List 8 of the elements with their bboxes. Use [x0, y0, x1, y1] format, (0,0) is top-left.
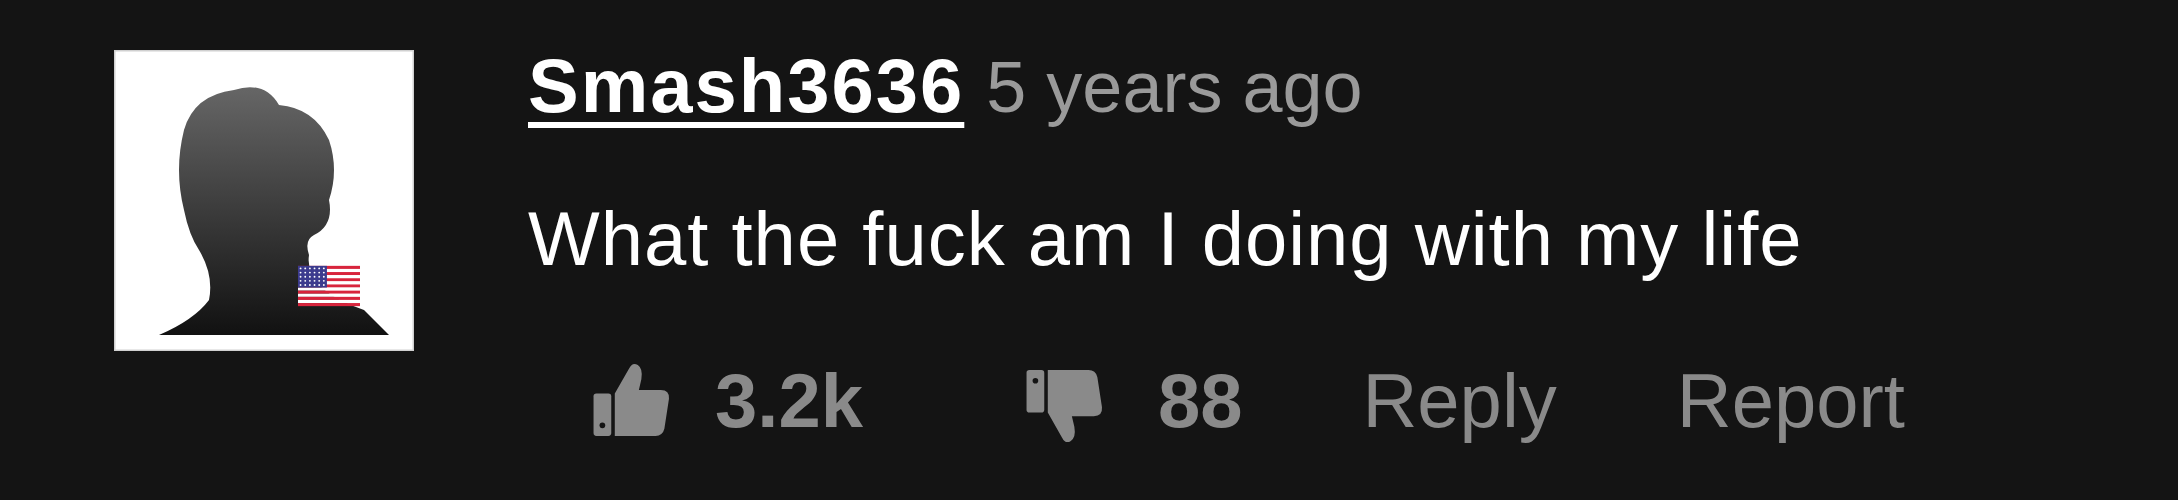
- flag-icon: [298, 265, 360, 307]
- username-link[interactable]: Smash3636: [528, 44, 965, 128]
- dislike-count: 88: [1157, 358, 1243, 443]
- action-link[interactable]: Reply: [1362, 358, 1557, 443]
- timestamp: 5 years ago: [986, 48, 1363, 128]
- like-count: 3.2k: [715, 358, 863, 443]
- action-link[interactable]: Report: [1676, 358, 1905, 443]
- comment-text: What the fuck am I doing with my life: [528, 196, 1804, 281]
